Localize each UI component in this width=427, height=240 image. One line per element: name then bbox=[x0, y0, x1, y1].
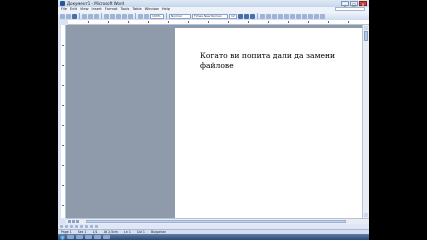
redo-icon[interactable] bbox=[128, 13, 133, 19]
font-size-select[interactable]: 12 bbox=[229, 13, 237, 19]
font-color-icon[interactable] bbox=[320, 13, 325, 19]
undo-icon[interactable] bbox=[122, 13, 127, 19]
app-task-icon[interactable] bbox=[103, 235, 110, 239]
ruler-tick bbox=[108, 21, 109, 23]
align-right-icon[interactable] bbox=[272, 13, 277, 19]
word-task-icon[interactable] bbox=[94, 235, 101, 239]
horizontal-scroll-thumb[interactable] bbox=[86, 220, 346, 223]
justify-icon[interactable] bbox=[278, 13, 283, 19]
ruler-tick bbox=[62, 45, 64, 46]
open-folder-icon[interactable] bbox=[66, 13, 71, 19]
table-icon[interactable] bbox=[138, 13, 143, 19]
select-objects-icon[interactable] bbox=[65, 225, 68, 228]
align-left-icon[interactable] bbox=[260, 13, 265, 19]
view-buttons bbox=[68, 220, 79, 223]
scroll-down-icon[interactable] bbox=[364, 213, 368, 217]
print-view-icon[interactable] bbox=[76, 220, 79, 223]
rectangle-icon[interactable] bbox=[85, 225, 88, 228]
font-select[interactable]: Times New Roman bbox=[192, 13, 228, 19]
columns-icon[interactable] bbox=[144, 13, 149, 19]
window-title: Документ1 - Microsoft Word bbox=[67, 1, 125, 6]
ruler-tick bbox=[148, 21, 149, 23]
textbox-icon[interactable] bbox=[95, 225, 98, 228]
web-view-icon[interactable] bbox=[72, 220, 75, 223]
help-search-input[interactable] bbox=[335, 7, 365, 11]
new-document-icon[interactable] bbox=[60, 13, 65, 19]
zoom-select[interactable]: 100% bbox=[150, 13, 164, 19]
ruler-tick bbox=[188, 21, 189, 23]
style-select[interactable]: Normal bbox=[169, 13, 191, 19]
numbering-icon[interactable] bbox=[290, 13, 295, 19]
normal-view-icon[interactable] bbox=[68, 220, 71, 223]
save-icon[interactable] bbox=[72, 13, 77, 19]
ruler-tick bbox=[62, 165, 64, 166]
taskbar bbox=[58, 234, 369, 240]
ruler-tick bbox=[328, 21, 329, 23]
align-center-icon[interactable] bbox=[266, 13, 271, 19]
underline-icon[interactable] bbox=[250, 13, 255, 19]
ruler-tick bbox=[348, 21, 349, 23]
bold-icon[interactable] bbox=[238, 13, 243, 19]
word-app-icon bbox=[60, 1, 65, 6]
ruler-tick bbox=[228, 21, 229, 23]
print-preview-icon[interactable] bbox=[88, 13, 93, 19]
indent-icon[interactable] bbox=[302, 13, 307, 19]
ruler-tick bbox=[88, 21, 89, 23]
toolbar-separator bbox=[79, 13, 80, 19]
maximize-button[interactable]: □ bbox=[350, 1, 358, 7]
line-icon[interactable] bbox=[75, 225, 78, 228]
highlight-icon[interactable] bbox=[314, 13, 319, 19]
ruler-tick bbox=[288, 21, 289, 23]
bullets-icon[interactable] bbox=[296, 13, 301, 19]
ruler-tick bbox=[248, 21, 249, 23]
oval-icon[interactable] bbox=[90, 225, 93, 228]
media-task-icon[interactable] bbox=[85, 235, 92, 239]
paste-icon[interactable] bbox=[116, 13, 121, 19]
vertical-scroll-thumb[interactable] bbox=[364, 31, 368, 41]
ruler-tick bbox=[62, 145, 64, 146]
toolbar-separator bbox=[257, 13, 258, 19]
ruler-tick bbox=[168, 21, 169, 23]
spelling-icon[interactable] bbox=[94, 13, 99, 19]
autoshapes-icon[interactable] bbox=[70, 225, 73, 228]
arrow-icon[interactable] bbox=[80, 225, 83, 228]
title-bar: Документ1 - Microsoft Word _ □ x bbox=[58, 0, 369, 7]
document-page[interactable]: Когато ви попита дали да замени файлове bbox=[175, 28, 362, 223]
start-button[interactable] bbox=[60, 234, 65, 240]
ruler-tick bbox=[208, 21, 209, 23]
scroll-up-icon[interactable] bbox=[364, 26, 368, 30]
explorer-task-icon[interactable] bbox=[67, 235, 74, 239]
cut-icon[interactable] bbox=[104, 13, 109, 19]
ruler-tick bbox=[128, 21, 129, 23]
italic-icon[interactable] bbox=[244, 13, 249, 19]
toolbar: 100% Normal Times New Roman 12 bbox=[58, 12, 369, 20]
ruler-tick bbox=[62, 65, 64, 66]
window-controls: _ □ x bbox=[341, 1, 367, 7]
ruler-tick bbox=[62, 85, 64, 86]
toolbar-separator bbox=[166, 13, 167, 19]
ruler-tick bbox=[308, 21, 309, 23]
document-text[interactable]: Когато ви попита дали да замени файлове bbox=[200, 51, 350, 71]
print-icon[interactable] bbox=[82, 13, 87, 19]
ruler-tick bbox=[62, 185, 64, 186]
border-icon[interactable] bbox=[308, 13, 313, 19]
toolbar-separator bbox=[135, 13, 136, 19]
browser-task-icon[interactable] bbox=[76, 235, 83, 239]
copy-icon[interactable] bbox=[110, 13, 115, 19]
ruler-tick bbox=[62, 205, 64, 206]
minimize-button[interactable]: _ bbox=[341, 1, 349, 7]
ruler-tick bbox=[268, 21, 269, 23]
vertical-scrollbar[interactable] bbox=[362, 25, 369, 218]
close-button[interactable]: x bbox=[359, 1, 367, 7]
line-spacing-icon[interactable] bbox=[284, 13, 289, 19]
toolbar-separator bbox=[101, 13, 102, 19]
draw-menu-icon[interactable] bbox=[60, 225, 63, 228]
word-window: Документ1 - Microsoft Word _ □ x File Ed… bbox=[58, 0, 369, 240]
ruler-tick bbox=[62, 125, 64, 126]
ruler-tick bbox=[62, 105, 64, 106]
